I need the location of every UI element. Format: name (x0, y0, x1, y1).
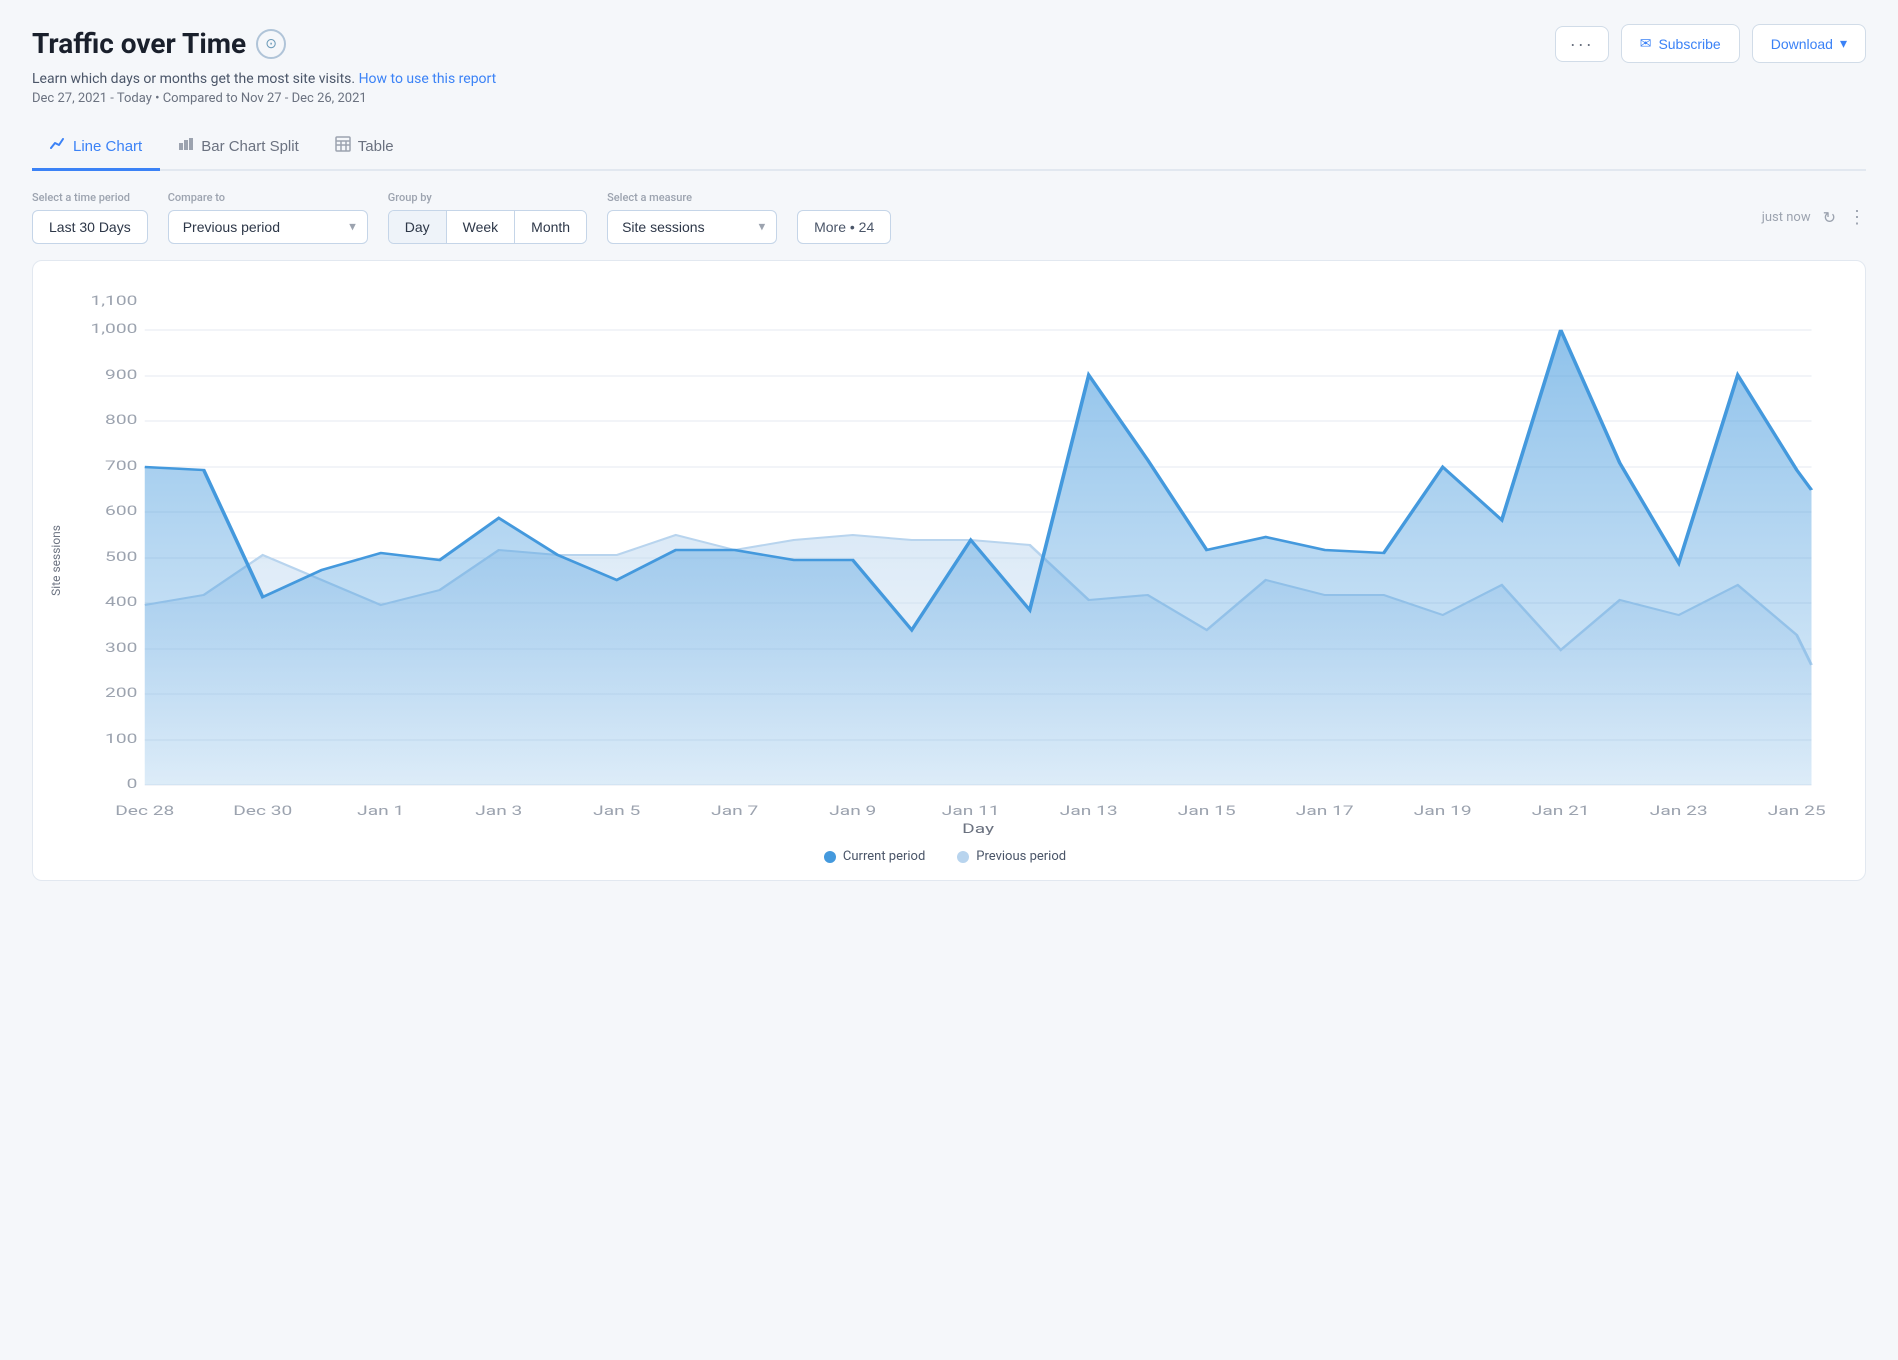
title-chevron-button[interactable]: ⊙ (256, 29, 286, 59)
more-measures-button[interactable]: More • 24 (797, 210, 891, 244)
measure-select[interactable]: Site sessions Unique visitors Page views (607, 210, 777, 244)
chart-options-button[interactable]: ⋮ (1848, 207, 1866, 228)
more-options-button[interactable]: ··· (1555, 26, 1609, 62)
how-to-use-link[interactable]: How to use this report (359, 71, 497, 87)
compare-select-wrapper: Previous period Previous year None (168, 210, 368, 244)
last-updated: just now (1762, 210, 1811, 225)
legend-previous-label: Previous period (976, 849, 1066, 864)
svg-text:Day: Day (962, 821, 994, 835)
date-range: Dec 27, 2021 - Today • Compared to Nov 2… (32, 91, 1866, 106)
tabs-nav: Line Chart Bar Chart Split Table (32, 126, 1866, 171)
table-icon (335, 136, 351, 156)
svg-text:1,000: 1,000 (90, 321, 137, 336)
more-measures-group: More • 24 (797, 191, 891, 244)
svg-text:Jan 19: Jan 19 (1414, 803, 1472, 818)
refresh-button[interactable]: ↻ (1823, 208, 1836, 228)
compare-label: Compare to (168, 191, 368, 204)
bar-chart-icon (178, 136, 194, 156)
svg-text:800: 800 (105, 412, 137, 427)
svg-text:Dec 30: Dec 30 (233, 803, 292, 818)
svg-text:900: 900 (105, 367, 137, 382)
subscribe-button[interactable]: ✉ Subscribe (1621, 24, 1740, 63)
measure-label: Select a measure (607, 191, 777, 204)
legend-previous: Previous period (957, 849, 1066, 864)
compare-select[interactable]: Previous period Previous year None (168, 210, 368, 244)
subtitle: Learn which days or months get the most … (32, 71, 1866, 87)
svg-text:100: 100 (105, 731, 137, 746)
download-chevron-icon: ▾ (1840, 35, 1847, 52)
tab-bar-chart-label: Bar Chart Split (201, 138, 299, 155)
svg-text:Jan 15: Jan 15 (1178, 803, 1236, 818)
line-chart-icon (50, 136, 66, 156)
svg-text:Jan 5: Jan 5 (593, 803, 640, 818)
svg-text:Dec 28: Dec 28 (115, 803, 174, 818)
group-by-group: Group by Day Week Month (388, 191, 587, 244)
chart-container: Site sessions (32, 260, 1866, 881)
measure-select-wrapper: Site sessions Unique visitors Page views (607, 210, 777, 244)
time-period-button[interactable]: Last 30 Days (32, 210, 148, 244)
group-day-button[interactable]: Day (389, 211, 447, 243)
svg-text:Jan 9: Jan 9 (829, 803, 876, 818)
measure-group: Select a measure Site sessions Unique vi… (607, 191, 777, 244)
svg-text:Jan 7: Jan 7 (711, 803, 758, 818)
y-axis-label: Site sessions (49, 525, 63, 596)
download-button[interactable]: Download ▾ (1752, 24, 1866, 63)
group-week-button[interactable]: Week (447, 211, 516, 243)
group-by-buttons: Day Week Month (388, 210, 587, 244)
compare-group: Compare to Previous period Previous year… (168, 191, 368, 244)
svg-text:600: 600 (105, 503, 137, 518)
group-by-label: Group by (388, 191, 587, 204)
svg-text:Jan 23: Jan 23 (1650, 803, 1708, 818)
svg-text:Jan 21: Jan 21 (1532, 803, 1590, 818)
controls-row: Select a time period Last 30 Days Compar… (32, 171, 1866, 260)
svg-text:Jan 17: Jan 17 (1296, 803, 1354, 818)
legend-current-label: Current period (843, 849, 925, 864)
svg-text:0: 0 (127, 776, 138, 791)
tab-line-chart-label: Line Chart (73, 138, 142, 155)
svg-text:Jan 1: Jan 1 (357, 803, 404, 818)
legend-current-dot (824, 851, 836, 863)
svg-text:200: 200 (105, 685, 137, 700)
legend-current: Current period (824, 849, 925, 864)
legend-previous-dot (957, 851, 969, 863)
group-month-button[interactable]: Month (515, 211, 586, 243)
right-controls: just now ↻ ⋮ (1762, 207, 1866, 228)
title-group: Traffic over Time ⊙ (32, 27, 286, 60)
tab-bar-chart[interactable]: Bar Chart Split (160, 126, 317, 171)
svg-text:700: 700 (105, 458, 137, 473)
time-period-label: Select a time period (32, 191, 148, 204)
svg-text:Jan 13: Jan 13 (1060, 803, 1118, 818)
svg-text:Jan 25: Jan 25 (1768, 803, 1826, 818)
subscribe-label: Subscribe (1658, 36, 1720, 52)
chart-area: Site sessions (49, 285, 1841, 835)
svg-text:1,100: 1,100 (90, 293, 137, 308)
tab-table-label: Table (358, 138, 394, 155)
header-actions: ··· ✉ Subscribe Download ▾ (1555, 24, 1866, 63)
chart-inner: 0 100 200 300 400 500 600 700 800 900 1,… (71, 285, 1841, 835)
chart-svg: 0 100 200 300 400 500 600 700 800 900 1,… (71, 285, 1841, 835)
svg-text:Jan 3: Jan 3 (475, 803, 522, 818)
time-period-group: Select a time period Last 30 Days (32, 191, 148, 244)
chart-legend: Current period Previous period (49, 849, 1841, 864)
page-title: Traffic over Time (32, 27, 246, 60)
tab-line-chart[interactable]: Line Chart (32, 126, 160, 171)
tab-table[interactable]: Table (317, 126, 412, 171)
svg-text:500: 500 (105, 549, 137, 564)
subscribe-icon: ✉ (1640, 35, 1652, 52)
download-label: Download (1771, 36, 1833, 52)
svg-text:Jan 11: Jan 11 (942, 803, 1000, 818)
svg-text:400: 400 (105, 594, 137, 609)
svg-text:300: 300 (105, 640, 137, 655)
